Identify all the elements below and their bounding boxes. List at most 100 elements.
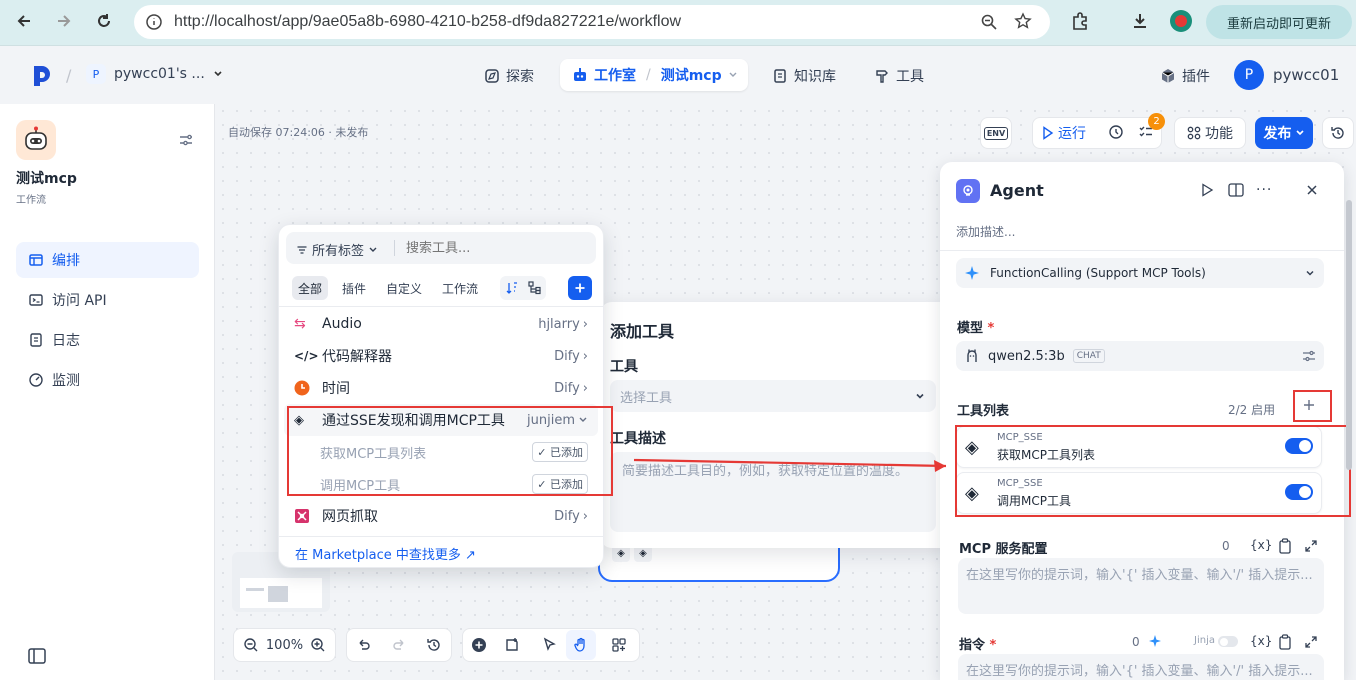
marketplace-link[interactable]: 在 Marketplace 中查找更多 ↗: [295, 544, 476, 563]
user-avatar[interactable]: P: [1234, 60, 1264, 90]
pointer-icon[interactable]: [542, 637, 558, 653]
nav-knowledge[interactable]: 知识库: [772, 66, 836, 86]
site-info-icon[interactable]: [146, 14, 162, 30]
zoom-icon[interactable]: [980, 13, 998, 31]
insert-variable-icon[interactable]: {x}: [1250, 538, 1272, 552]
tool-name: 网页抓取: [322, 509, 378, 525]
sidebar-item-label: 访问 API: [52, 293, 107, 309]
tool-search-input[interactable]: [400, 235, 588, 261]
history-icon[interactable]: [426, 637, 442, 653]
tab-custom[interactable]: 自定义: [386, 280, 422, 297]
tab-workflow[interactable]: 工作流: [442, 280, 478, 297]
chevron-down-icon: [1306, 270, 1314, 276]
workspace-name: pywcc01's ...: [114, 66, 205, 82]
tag-filter-dropdown[interactable]: 所有标签: [296, 240, 378, 259]
app-title: 测试mcp: [16, 171, 77, 187]
run-node-icon[interactable]: [1200, 183, 1214, 197]
add-note-icon[interactable]: [504, 637, 520, 653]
reload-icon[interactable]: [90, 7, 118, 35]
agent-title[interactable]: Agent: [990, 181, 1044, 200]
features-label: 功能: [1205, 126, 1233, 142]
divider-slash: /: [66, 66, 72, 85]
expand-icon[interactable]: [1304, 635, 1318, 649]
sort-icon[interactable]: [505, 281, 519, 295]
insert-variable-icon[interactable]: {x}: [1250, 634, 1272, 648]
tool-row-web-scraper[interactable]: 网页抓取 Dify ›: [284, 500, 598, 532]
panel-scrollbar[interactable]: [1346, 200, 1352, 470]
web-scraper-icon: [294, 508, 312, 524]
nav-app-name[interactable]: 测试mcp: [661, 65, 722, 85]
tab-all[interactable]: 全部: [298, 280, 322, 297]
tool-row-code-interpreter[interactable]: </> 代码解释器 Dify ›: [284, 340, 598, 372]
tool-row-audio[interactable]: ⇆ Audio hjlarry ›: [284, 308, 598, 340]
restart-update-button[interactable]: 重新启动即可更新: [1206, 5, 1352, 39]
jinja-toggle[interactable]: [1218, 636, 1238, 647]
zoom-level[interactable]: 100%: [266, 638, 303, 653]
dify-logo-icon[interactable]: [32, 64, 52, 88]
add-custom-tool-button[interactable]: [568, 276, 592, 300]
zoom-in-icon[interactable]: [310, 637, 326, 653]
nav-studio[interactable]: 工作室 / 测试mcp: [560, 59, 748, 91]
copy-icon[interactable]: [1278, 634, 1292, 650]
sidebar-item-orchestrate[interactable]: 编排: [16, 242, 199, 278]
sidebar-item-label: 监测: [52, 373, 80, 389]
toggle-settings-icon[interactable]: [178, 132, 194, 148]
hand-tool-icon[interactable]: [566, 630, 596, 660]
run-button[interactable]: 运行: [1042, 123, 1086, 143]
close-icon[interactable]: [1306, 184, 1318, 196]
url-text: http://localhost/app/9ae05a8b-6980-4210-…: [174, 13, 682, 30]
sidebar-item-monitor[interactable]: 监测: [16, 362, 199, 398]
expand-icon[interactable]: [1304, 539, 1318, 553]
workspace-switcher[interactable]: P pywcc01's ...: [86, 64, 223, 84]
collapse-sidebar-icon[interactable]: [28, 648, 46, 664]
forward-icon[interactable]: [50, 7, 78, 35]
model-selector[interactable]: qwen2.5:3b CHAT: [956, 341, 1324, 371]
features-button[interactable]: 功能: [1174, 117, 1246, 149]
agent-strategy-select[interactable]: FunctionCalling (Support MCP Tools): [956, 258, 1324, 288]
workspace-avatar: P: [86, 64, 106, 84]
redo-icon[interactable]: [391, 637, 407, 653]
play-icon: [1043, 126, 1054, 140]
address-bar[interactable]: http://localhost/app/9ae05a8b-6980-4210-…: [134, 5, 1050, 39]
agent-icon: [956, 179, 980, 203]
code-icon: </>: [294, 349, 319, 363]
env-button[interactable]: ENV: [980, 117, 1012, 149]
more-icon[interactable]: ···: [1256, 182, 1272, 198]
tool-row-time[interactable]: 时间 Dify ›: [284, 372, 598, 404]
minimap-node: [246, 588, 264, 591]
clock-icon: [294, 380, 312, 396]
copy-icon[interactable]: [1278, 538, 1292, 554]
gauge-icon: [29, 373, 43, 387]
sidebar-item-api[interactable]: 访问 API: [16, 282, 199, 318]
mcp-config-textarea[interactable]: 在这里写你的提示词，输入'{' 插入变量、输入'/' 插入提示...: [958, 558, 1324, 614]
split-view-icon[interactable]: [1228, 183, 1244, 197]
undo-icon[interactable]: [356, 637, 372, 653]
nav-knowledge-label: 知识库: [794, 69, 836, 85]
model-label: 模型 *: [957, 321, 995, 336]
instruction-textarea[interactable]: 在这里写你的提示词，输入'{' 插入变量、输入'/' 插入提示...: [958, 654, 1324, 680]
tree-view-icon[interactable]: [527, 281, 542, 295]
sidebar-item-logs[interactable]: 日志: [16, 322, 199, 358]
organize-layout-icon[interactable]: [611, 637, 627, 653]
bookmark-star-icon[interactable]: [1014, 12, 1032, 30]
user-name[interactable]: pywcc01: [1273, 66, 1339, 84]
history-run-icon[interactable]: [1108, 124, 1124, 140]
zoom-out-icon[interactable]: [243, 637, 259, 653]
profile-record-icon[interactable]: [1170, 10, 1192, 32]
agent-description-input[interactable]: 添加描述...: [956, 223, 1015, 240]
sparkle-icon[interactable]: [1148, 634, 1162, 648]
add-tool-title: 添加工具: [610, 322, 675, 341]
download-icon[interactable]: [1126, 7, 1154, 35]
add-node-icon[interactable]: [471, 637, 487, 653]
nav-tools[interactable]: 工具: [874, 66, 924, 86]
nav-explore[interactable]: 探索: [484, 66, 534, 86]
publish-button[interactable]: 发布: [1255, 117, 1313, 149]
terminal-icon: [29, 294, 43, 306]
version-history-button[interactable]: [1322, 117, 1354, 149]
nav-plugins[interactable]: 插件: [1160, 66, 1210, 86]
select-tool-dropdown[interactable]: 选择工具: [610, 380, 936, 412]
model-settings-icon[interactable]: [1302, 349, 1316, 363]
back-icon[interactable]: [10, 7, 38, 35]
extensions-icon[interactable]: [1066, 7, 1094, 35]
tab-plugins[interactable]: 插件: [342, 280, 366, 297]
